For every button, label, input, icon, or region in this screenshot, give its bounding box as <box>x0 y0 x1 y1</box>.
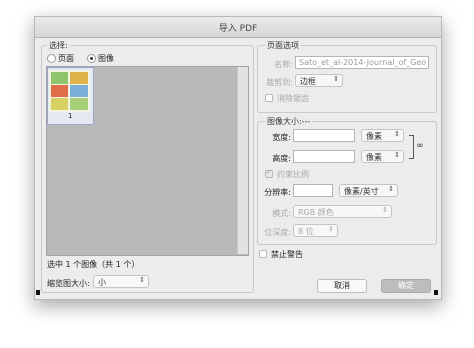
chevron-updown-icon: ⇕ <box>382 206 388 214</box>
resolution-unit-popup[interactable]: 像素/英寸 ⇕ <box>339 184 398 197</box>
window-corner-marker <box>36 290 40 295</box>
height-field[interactable] <box>293 150 355 163</box>
suppress-warnings-checkbox[interactable] <box>259 250 267 258</box>
width-field[interactable] <box>293 129 355 142</box>
resolution-field[interactable] <box>293 184 333 197</box>
resolution-unit-value: 像素/英寸 <box>344 187 379 196</box>
crop-value: 边框 <box>300 77 316 86</box>
image-size-group-label: 图像大小:--- <box>265 116 313 127</box>
chevron-updown-icon: ⇕ <box>394 151 400 159</box>
height-label: 高度: <box>272 154 291 163</box>
thumb-size-popup[interactable]: 小 ⇕ <box>93 275 149 288</box>
constrain-proportions-label: 约束比例 <box>277 170 309 179</box>
depth-value: 8 位 <box>298 227 314 236</box>
crop-popup[interactable]: 边框 ⇕ <box>295 74 343 87</box>
image-radio[interactable] <box>87 54 96 63</box>
depth-label: 位深度: <box>264 228 291 237</box>
link-icon[interactable]: ∞ <box>416 141 424 151</box>
antialias-checkbox[interactable] <box>265 94 273 102</box>
window-corner-marker <box>434 290 438 295</box>
thumbnail-scrollbar[interactable] <box>237 67 248 254</box>
height-unit-value: 像素 <box>366 153 382 162</box>
thumb-size-label: 缩览图大小: <box>47 279 90 288</box>
chevron-updown-icon: ⇕ <box>394 130 400 138</box>
image-radio-label[interactable]: 图像 <box>98 53 114 64</box>
antialias-label: 消除锯齿 <box>277 94 309 103</box>
width-unit-value: 像素 <box>366 132 382 141</box>
pdf-page-thumbnail-icon <box>49 70 90 112</box>
name-label: 名称: <box>274 60 293 69</box>
checkmark-icon: ✓ <box>266 168 272 176</box>
thumbnail-item[interactable]: 1 <box>47 67 94 125</box>
depth-popup[interactable]: 8 位 ⇕ <box>293 224 338 237</box>
thumb-size-value: 小 <box>98 278 106 287</box>
width-unit-popup[interactable]: 像素 ⇕ <box>361 129 404 142</box>
mode-value: RGB 颜色 <box>298 208 334 217</box>
suppress-warnings-label: 禁止警告 <box>271 250 303 259</box>
page-radio[interactable] <box>47 54 56 63</box>
height-unit-popup[interactable]: 像素 ⇕ <box>361 150 404 163</box>
mode-label: 模式: <box>272 209 291 218</box>
constrain-bracket <box>409 135 414 159</box>
ok-button[interactable]: 确定 <box>381 279 431 293</box>
chevron-updown-icon: ⇕ <box>139 276 145 284</box>
thumbnail-area: 1 <box>46 66 249 256</box>
resolution-label: 分辨率: <box>264 188 291 197</box>
name-field[interactable]: Sato_et_al-2014-Journal_of_Geoph <box>295 56 429 69</box>
chevron-updown-icon: ⇕ <box>388 185 394 193</box>
chevron-updown-icon: ⇕ <box>328 225 334 233</box>
name-field-value: Sato_et_al-2014-Journal_of_Geoph <box>299 58 426 67</box>
select-group-label: 选择: <box>47 40 70 51</box>
title-bar: 导入 PDF <box>35 17 441 38</box>
thumbnail-number: 1 <box>68 112 73 120</box>
width-label: 宽度: <box>272 133 291 142</box>
cancel-button[interactable]: 取消 <box>317 279 367 293</box>
crop-label: 裁剪到: <box>266 78 293 87</box>
window-title: 导入 PDF <box>218 24 258 34</box>
page-radio-label[interactable]: 页面 <box>58 53 74 64</box>
mode-popup[interactable]: RGB 颜色 ⇕ <box>293 205 392 218</box>
selection-status: 选中 1 个图像（共 1 个） <box>47 260 140 269</box>
page-options-group-label: 页面选项 <box>265 40 301 51</box>
chevron-updown-icon: ⇕ <box>333 75 339 83</box>
import-pdf-dialog: 导入 PDF 选择: 页面 图像 1 选中 1 个图像（共 1 个） 缩览图大小… <box>34 16 442 300</box>
